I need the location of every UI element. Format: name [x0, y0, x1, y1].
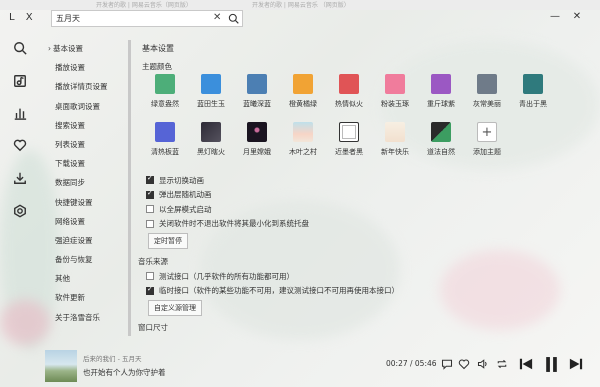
theme-option[interactable]: 重斤球紫: [422, 74, 460, 109]
settings-icon[interactable]: [12, 203, 28, 219]
theme-option[interactable]: 月里嫦娥: [238, 122, 276, 157]
option-fullscreen-start[interactable]: 以全屏模式启动: [146, 202, 399, 217]
nav-item-hotkey[interactable]: 快捷键设置: [46, 193, 126, 212]
background-tab: 开发者的歌 | 网易云音乐 （网页版）: [252, 2, 350, 9]
theme-option[interactable]: 黑灯瞎火: [192, 122, 230, 157]
background-tab: 开发者的歌 | 网易云音乐（网页版）: [96, 2, 192, 9]
clear-search-icon[interactable]: ✕: [213, 12, 221, 23]
settings-nav: 基本设置 播放设置 播放详情页设置 桌面歌词设置 搜索设置 列表设置 下载设置 …: [46, 39, 126, 327]
theme-option[interactable]: 道法自然: [422, 122, 460, 157]
settings-panel: 基本设置 播放设置 播放详情页设置 桌面歌词设置 搜索设置 列表设置 下载设置 …: [40, 34, 600, 344]
favorite-icon[interactable]: [12, 137, 28, 153]
checkbox-checked[interactable]: [146, 285, 154, 295]
section-title-music-source: 音乐来源: [138, 257, 168, 266]
nav-item-backup[interactable]: 备份与恢复: [46, 250, 126, 269]
theme-color-label: 主题颜色: [142, 62, 172, 71]
pause-icon[interactable]: [541, 355, 561, 373]
plus-icon: +: [477, 122, 497, 142]
checkbox-checked[interactable]: [146, 174, 154, 185]
nav-item-play-detail[interactable]: 播放详情页设置: [46, 77, 126, 96]
nav-item-ocd[interactable]: 强迫症设置: [46, 231, 126, 250]
nav-item-search[interactable]: 搜索设置: [46, 116, 126, 135]
favorite-icon[interactable]: [457, 357, 471, 371]
checkbox[interactable]: [146, 272, 154, 281]
close-button[interactable]: ✕: [570, 9, 584, 23]
timer-pause-button[interactable]: 定时暂停: [148, 233, 188, 249]
repeat-icon[interactable]: [495, 357, 509, 371]
option-temp-api[interactable]: 临时接口（软件的某些功能不可用，建议测试接口不可用再使用本接口）: [146, 284, 399, 299]
theme-option[interactable]: 木叶之村: [284, 122, 322, 157]
basic-options: 显示切换动画 弹出层随机动画 以全屏模式启动 关闭软件时不退出软件将其最小化到系…: [138, 173, 399, 333]
volume-icon[interactable]: [476, 357, 490, 371]
nav-item-list[interactable]: 列表设置: [46, 135, 126, 154]
option-test-api[interactable]: 测试接口（几乎软件的所有功能都可用）: [146, 269, 399, 284]
search-submit-icon[interactable]: [228, 13, 240, 25]
add-theme-button[interactable]: + 添加主题: [468, 122, 506, 157]
nav-item-basic[interactable]: 基本设置: [46, 39, 126, 58]
current-lyric: 也开始有个人为你守护着: [83, 368, 166, 377]
checkbox[interactable]: [146, 205, 154, 214]
theme-option[interactable]: 清热板蓝: [146, 122, 184, 157]
option-minimize-to-tray[interactable]: 关闭软件时不退出软件将其最小化到系统托盘: [146, 217, 399, 232]
nav-item-sync[interactable]: 数据同步: [46, 173, 126, 192]
nav-item-network[interactable]: 网络设置: [46, 212, 126, 231]
nav-item-play[interactable]: 播放设置: [46, 58, 126, 77]
settings-scrollbar[interactable]: [128, 40, 131, 336]
theme-option[interactable]: 粉装玉琢: [376, 74, 414, 109]
theme-option[interactable]: 蓝曦深蓝: [238, 74, 276, 109]
section-title-basic: 基本设置: [142, 44, 174, 53]
custom-source-button[interactable]: 自定义源管理: [148, 300, 202, 316]
minimize-button[interactable]: —: [548, 9, 562, 23]
theme-option[interactable]: 新年快乐: [376, 122, 414, 157]
app-logo: L X: [9, 12, 37, 23]
checkbox[interactable]: [146, 219, 154, 228]
song-title: 后来的我们 - 五月天: [83, 355, 142, 363]
next-icon[interactable]: [568, 355, 584, 373]
background-tab-strip: 开发者的歌 | 网易云音乐（网页版） 开发者的歌 | 网易云音乐 （网页版）: [0, 0, 600, 10]
search-box: ✕: [51, 10, 243, 27]
nav-item-desktop-lyric[interactable]: 桌面歌词设置: [46, 97, 126, 116]
left-rail: L X: [0, 0, 40, 387]
theme-option[interactable]: 灰常美丽: [468, 74, 506, 109]
leaderboard-icon[interactable]: [12, 105, 28, 121]
checkbox-checked[interactable]: [146, 189, 154, 199]
theme-option[interactable]: 绿意盎然: [146, 74, 184, 109]
player-bar: 后来的我们 - 五月天 也开始有个人为你守护着 00:27 / 05:46: [40, 345, 600, 387]
nav-item-update[interactable]: 软件更新: [46, 288, 126, 307]
download-icon[interactable]: [12, 170, 28, 186]
theme-option[interactable]: 蓝田生玉: [192, 74, 230, 109]
search-icon[interactable]: [12, 40, 28, 56]
nav-item-about[interactable]: 关于洛雪音乐: [46, 308, 126, 327]
section-title-window-size: 窗口尺寸: [138, 323, 168, 332]
settings-content: 基本设置 主题颜色 绿意盎然 蓝田生玉 蓝曦深蓝 橙黄橘绿 热情似火 粉装玉琢 …: [138, 39, 583, 341]
theme-option[interactable]: 橙黄橘绿: [284, 74, 322, 109]
prev-icon[interactable]: [518, 355, 534, 373]
option-switch-animation[interactable]: 显示切换动画: [146, 173, 399, 188]
nav-item-other[interactable]: 其他: [46, 269, 126, 288]
theme-option[interactable]: 热情似火: [330, 74, 368, 109]
nav-item-download[interactable]: 下载设置: [46, 154, 126, 173]
album-cover[interactable]: [45, 350, 77, 382]
play-time: 00:27 / 05:46: [386, 359, 437, 368]
theme-option[interactable]: 青出于黑: [514, 74, 552, 109]
theme-option-selected[interactable]: 近墨者黑: [330, 122, 368, 157]
playlist-icon[interactable]: [12, 73, 28, 89]
comment-icon[interactable]: [440, 357, 454, 371]
search-input[interactable]: [52, 11, 202, 26]
option-random-popup-animation[interactable]: 弹出层随机动画: [146, 188, 399, 203]
